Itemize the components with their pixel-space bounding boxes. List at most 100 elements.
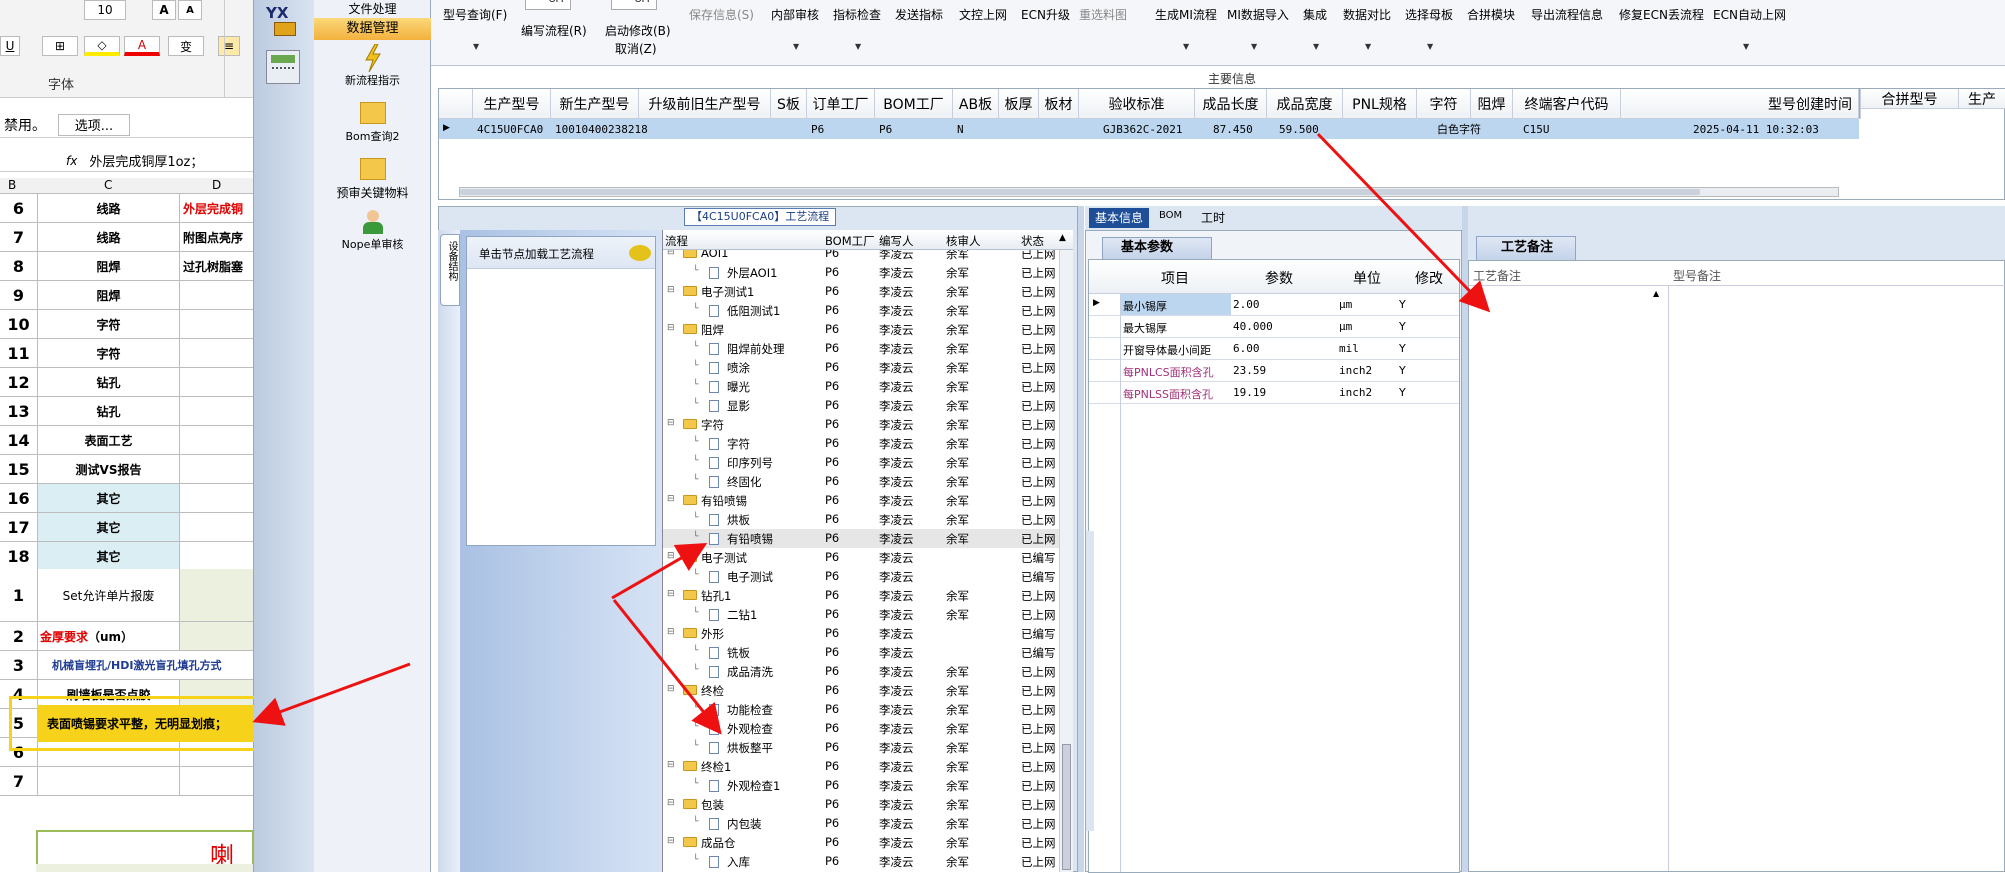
doc-control-button[interactable]: 文控上网: [959, 6, 1007, 23]
header-cell[interactable]: 生产型号: [473, 89, 551, 119]
header-cell[interactable]: 合拼型号: [1861, 89, 1959, 109]
tab-basic-info[interactable]: 基本信息: [1089, 208, 1150, 228]
save-info-button[interactable]: 保存信息(S): [689, 6, 754, 23]
cell-model[interactable]: 4C15U0FCA0: [473, 119, 543, 139]
tree-node[interactable]: ⊟ 字符 P6 李凌云 余军 已上网: [663, 415, 1059, 434]
param-value[interactable]: 23.59: [1233, 364, 1266, 377]
param-modify[interactable]: Y: [1399, 342, 1406, 355]
align-button[interactable]: ≡: [218, 36, 240, 56]
tree-node[interactable]: └ 功能检查 P6 李凌云 余军 已上网: [663, 700, 1059, 719]
header-cell[interactable]: 成品长度: [1195, 89, 1267, 119]
cell-d[interactable]: [180, 281, 253, 309]
tree-node[interactable]: └ 成品清洗 P6 李凌云 余军 已上网: [663, 662, 1059, 681]
tree-node[interactable]: ⊟ 终检 P6 李凌云 余军 已上网: [663, 681, 1059, 700]
cell-d[interactable]: [180, 339, 253, 367]
cell-d[interactable]: [180, 484, 253, 512]
internal-review-button[interactable]: 内部审核: [771, 6, 819, 23]
tree-node[interactable]: └ 有铅喷锡 P6 李凌云 余军 已上网: [663, 529, 1059, 548]
tree-node[interactable]: └ 显影 P6 李凌云 余军 已上网: [663, 396, 1059, 415]
cell-c[interactable]: 其它: [38, 542, 180, 570]
header-cell[interactable]: 生产: [1959, 89, 2005, 109]
tree-node[interactable]: ⊟ 有铅喷锡 P6 李凌云 余军 已上网: [663, 491, 1059, 510]
select-master-button[interactable]: 选择母板: [1405, 6, 1453, 23]
tree-scrollbar[interactable]: [1059, 250, 1073, 872]
toggle-off-1[interactable]: OFF: [525, 0, 571, 10]
col-b[interactable]: B: [8, 178, 16, 192]
tree-col-status[interactable]: 状态: [1021, 233, 1044, 249]
col-param[interactable]: 参数: [1265, 268, 1293, 288]
underline-button[interactable]: U: [0, 36, 20, 56]
param-row[interactable]: 开窗导体最小间距 6.00 mil Y: [1089, 338, 1459, 360]
tree-node[interactable]: └ 二钻1 P6 李凌云 余军 已上网: [663, 605, 1059, 624]
cell-c[interactable]: 其它: [38, 513, 180, 541]
reselect-drawing-button[interactable]: 重选料图: [1079, 6, 1127, 23]
header-cell[interactable]: 板厚: [999, 89, 1039, 119]
nav-new-flow[interactable]: 新流程指示: [314, 42, 431, 92]
header-cell[interactable]: 验收标准: [1079, 89, 1195, 119]
cell-c[interactable]: 字符: [38, 310, 180, 338]
tree-node[interactable]: ⊟ 钻孔1 P6 李凌云 余军 已上网: [663, 586, 1059, 605]
tree-node[interactable]: └ 烘板 P6 李凌云 余军 已上网: [663, 510, 1059, 529]
export-flow-button[interactable]: 导出流程信息: [1531, 6, 1603, 23]
param-row[interactable]: ▶ 最小锡厚 2.00 μm Y: [1089, 294, 1459, 316]
param-row[interactable]: 最大锡厚 40.000 μm Y: [1089, 316, 1459, 338]
cell-length[interactable]: 87.450: [1209, 119, 1253, 139]
tree-col-bom[interactable]: BOM工厂: [825, 233, 875, 249]
tree-node[interactable]: └ 入库 P6 李凌云 余军 已上网: [663, 852, 1059, 871]
cell-d[interactable]: [180, 368, 253, 396]
cell-c[interactable]: 测试VS报告: [38, 455, 180, 483]
cell-c[interactable]: 线路: [38, 223, 180, 251]
formula-input[interactable]: 外层完成铜厚1oz；: [89, 151, 203, 170]
header-cell[interactable]: BOM工厂: [875, 89, 953, 119]
cell-bom-factory[interactable]: P6: [875, 119, 892, 139]
cell-new-model[interactable]: 10010400238218: [551, 119, 648, 139]
generate-mi-button[interactable]: 生成MI流程: [1155, 6, 1217, 23]
send-index-button[interactable]: 发送指标: [895, 6, 943, 23]
tree-node[interactable]: └ 电子测试 P6 李凌云 已编写: [663, 567, 1059, 586]
cell-c[interactable]: 阻焊: [38, 281, 180, 309]
header-cell[interactable]: 字符: [1417, 89, 1471, 119]
tree-node[interactable]: └ 烘板整平 P6 李凌云 余军 已上网: [663, 738, 1059, 757]
param-modify[interactable]: Y: [1399, 386, 1406, 399]
tree-node[interactable]: └ 铣板 P6 李凌云 已编写: [663, 643, 1059, 662]
index-check-button[interactable]: 指标检查: [833, 6, 881, 23]
start-modify-button[interactable]: 启动修改(B): [605, 22, 671, 39]
header-cell[interactable]: 板材: [1039, 89, 1079, 119]
cell-d[interactable]: [180, 513, 253, 541]
tree-node[interactable]: ⊟ 终检1 P6 李凌云 余军 已上网: [663, 757, 1059, 776]
param-value[interactable]: 2.00: [1233, 298, 1260, 311]
tree-node[interactable]: └ 曝光 P6 李凌云 余军 已上网: [663, 377, 1059, 396]
col-item[interactable]: 项目: [1161, 268, 1189, 288]
cell-d[interactable]: [180, 310, 253, 338]
tree-node[interactable]: ⊟ 电子测试 P6 李凌云 已编写: [663, 548, 1059, 567]
nav-file[interactable]: 文件处理: [314, 0, 431, 16]
col-c[interactable]: C: [104, 178, 112, 192]
tree-col-reviewer[interactable]: 核审人: [946, 233, 981, 249]
model-notes-input[interactable]: [1669, 285, 2005, 871]
col-d[interactable]: D: [212, 178, 221, 192]
header-cell[interactable]: 订单工厂: [807, 89, 875, 119]
cell-c[interactable]: 表面工艺: [38, 426, 180, 454]
options-button[interactable]: 选项...: [58, 113, 130, 136]
tree-node[interactable]: └ 阻焊前处理 P6 李凌云 余军 已上网: [663, 339, 1059, 358]
tree-node[interactable]: ⊟ AOI1 P6 李凌云 余军 已上网: [663, 250, 1059, 263]
phonetic-button[interactable]: 变: [168, 36, 204, 56]
tab-bom[interactable]: BOM: [1159, 210, 1182, 221]
fix-ecn-button[interactable]: 修复ECN丢流程: [1619, 6, 1704, 23]
nav-nope-review[interactable]: Nope单审核: [314, 208, 431, 256]
splitter[interactable]: [1078, 206, 1084, 872]
cell-width[interactable]: 59.500: [1275, 119, 1319, 139]
header-cell[interactable]: AB板: [953, 89, 999, 119]
tree-node[interactable]: └ 印序列号 P6 李凌云 余军 已上网: [663, 453, 1059, 472]
tree-node[interactable]: └ 低阻测试1 P6 李凌云 余军 已上网: [663, 301, 1059, 320]
horizontal-scrollbar[interactable]: [459, 187, 1839, 197]
nav-bom-query[interactable]: Bom查询2: [314, 100, 431, 148]
data-row[interactable]: ▶ 4C15U0FCA0 10010400238218 P6 P6 N GJB3…: [439, 119, 1859, 139]
cell-d[interactable]: [180, 397, 253, 425]
cell-char[interactable]: 白色字符: [1433, 119, 1481, 139]
scroll-up-icon[interactable]: ▲: [1653, 289, 1659, 298]
cell-ab[interactable]: N: [953, 119, 964, 139]
toggle-off-2[interactable]: OFF: [611, 0, 657, 10]
header-cell[interactable]: 升级前旧生产型号: [639, 89, 771, 119]
header-cell[interactable]: 阻焊: [1471, 89, 1513, 119]
